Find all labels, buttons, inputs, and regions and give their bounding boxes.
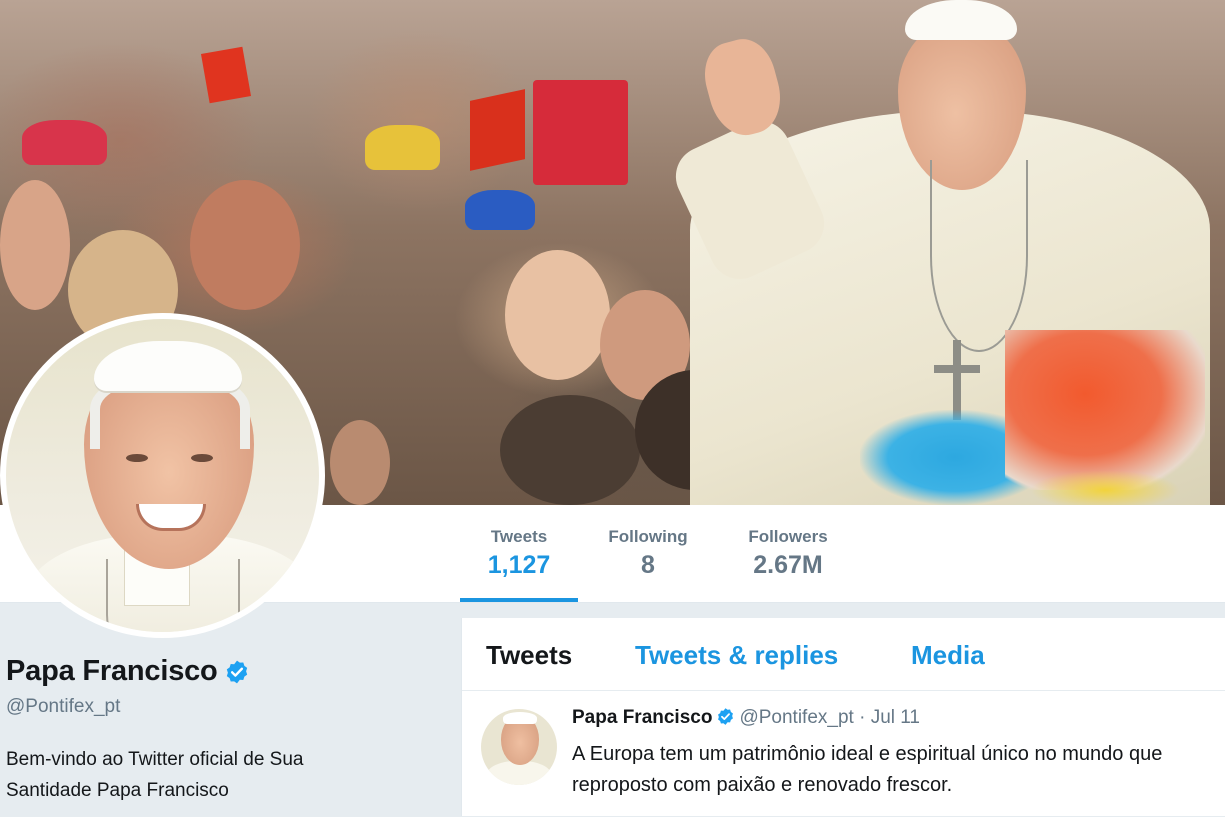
stat-value: 8: [641, 551, 655, 579]
tab-media[interactable]: Media: [911, 640, 985, 671]
flag: [470, 89, 525, 171]
orange-feathers: [1005, 330, 1205, 490]
tab-tweets[interactable]: Tweets: [486, 640, 572, 671]
tweet-text-line: A Europa tem um patrimônio ideal e espir…: [572, 743, 1163, 765]
avatar-zucchetto: [94, 341, 242, 391]
tweet-separator: ·: [859, 707, 866, 728]
pectoral-cross: [934, 365, 980, 373]
red-cap: [22, 120, 107, 165]
zucchetto: [905, 0, 1017, 40]
profile-bio: Bem-vindo ao Twitter oficial de Sua Sant…: [6, 744, 386, 806]
stat-tweets[interactable]: Tweets 1,127: [460, 505, 578, 602]
crowd-face: [0, 180, 70, 310]
tweet-date[interactable]: Jul 11: [871, 707, 920, 728]
tweet-text-line: reproposto com paixão e renovado frescor…: [572, 774, 953, 796]
crowd-face: [190, 180, 300, 310]
stat-label: Tweets: [490, 527, 548, 546]
tweet-text: A Europa tem um patrimônio ideal e espir…: [572, 739, 1225, 801]
blue-cap: [465, 190, 535, 230]
profile-avatar[interactable]: [0, 313, 325, 638]
red-sign: [533, 80, 628, 185]
avatar-eye: [191, 454, 213, 462]
stat-following[interactable]: Following 8: [598, 505, 698, 602]
tweet-author-name[interactable]: Papa Francisco: [572, 707, 712, 728]
timeline-tabs: Tweets Tweets & replies Media: [462, 618, 1225, 691]
bio-line: Santidade Papa Francisco: [6, 780, 229, 801]
bio-line: Bem-vindo ao Twitter oficial de Sua: [6, 749, 304, 770]
profile-name-row: Papa Francisco: [6, 655, 446, 688]
stat-label: Following: [608, 527, 688, 546]
tab-tweets-and-replies[interactable]: Tweets & replies: [635, 640, 838, 671]
crowd-face: [505, 250, 610, 380]
stat-value: 1,127: [487, 551, 551, 579]
yellow-cap: [365, 125, 440, 170]
stat-followers[interactable]: Followers 2.67M: [738, 505, 838, 602]
tweet-avatar[interactable]: [481, 709, 557, 785]
yellow-feathers: [1030, 470, 1180, 505]
verified-badge-icon: [226, 660, 247, 683]
tweet-author-handle[interactable]: @Pontifex_pt: [739, 707, 853, 728]
profile-handle[interactable]: @Pontifex_pt: [6, 696, 446, 718]
profile-card: Papa Francisco @Pontifex_pt Bem-vindo ao…: [6, 655, 446, 806]
avatar-eye: [126, 454, 148, 462]
profile-name[interactable]: Papa Francisco: [6, 655, 218, 688]
stat-label: Followers: [748, 527, 828, 546]
timeline: Tweets Tweets & replies Media Papa Franc…: [461, 618, 1225, 816]
flag: [200, 46, 252, 104]
crowd-head: [500, 395, 640, 505]
tweet-avatar-zucchetto: [503, 712, 537, 724]
tweet-header: Papa Francisco @Pontifex_pt · Jul 11: [572, 707, 920, 729]
stat-value: 2.67M: [753, 551, 823, 579]
verified-badge-icon: [718, 708, 734, 725]
tweet[interactable]: Papa Francisco @Pontifex_pt · Jul 11 A E…: [462, 691, 1225, 817]
crowd-face: [330, 420, 390, 505]
pectoral-cross: [953, 340, 961, 420]
pectoral-chain: [930, 160, 1028, 352]
